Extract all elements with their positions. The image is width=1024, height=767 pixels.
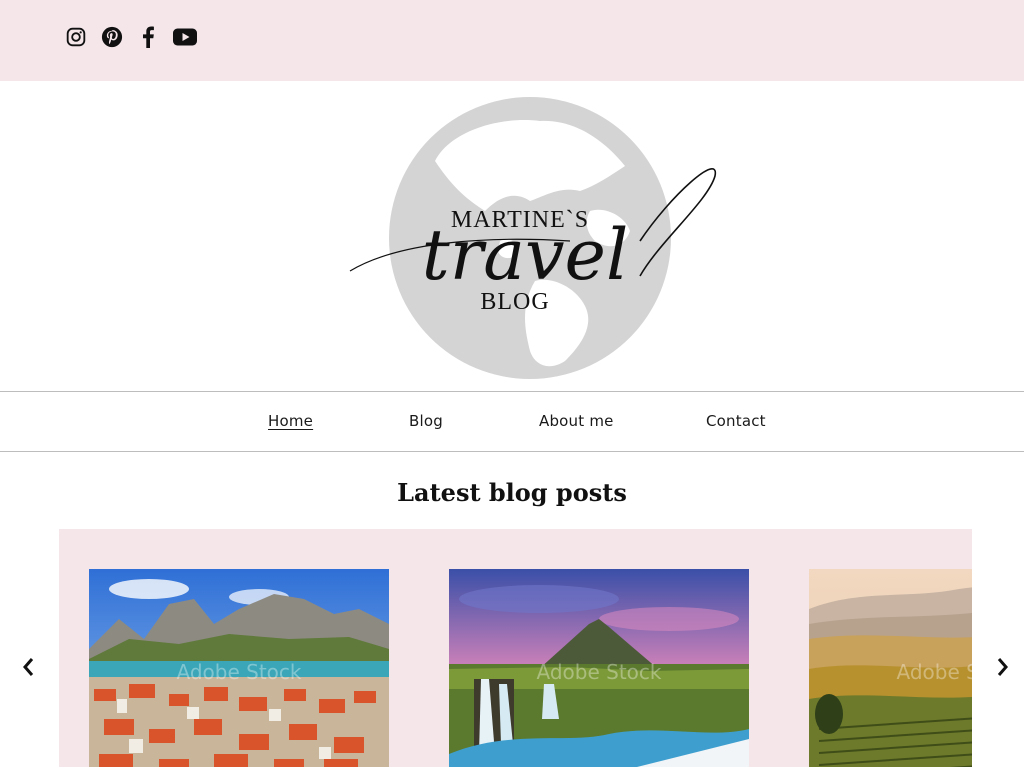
main-nav: Home Blog About me Contact	[0, 391, 1024, 452]
svg-text:travel: travel	[422, 214, 629, 296]
post-image-waterfall-mountain: Adobe Stock	[449, 569, 749, 767]
social-links	[64, 24, 198, 50]
pinterest-icon[interactable]	[100, 24, 124, 50]
svg-text:Adobe Stock: Adobe Stock	[897, 660, 972, 684]
logo-area: MARTINE`S travel BLOG	[0, 81, 1024, 391]
chevron-right-icon	[997, 658, 1008, 676]
chevron-left-icon	[23, 658, 34, 676]
svg-text:Adobe Stock: Adobe Stock	[537, 660, 662, 684]
post-image-rolling-hills: Adobe Stock	[809, 569, 972, 767]
nav-item-blog[interactable]: Blog	[409, 412, 443, 430]
blog-post-card[interactable]: Adobe Stock	[449, 569, 749, 767]
blog-post-card[interactable]: Adobe Stock	[809, 569, 972, 767]
youtube-icon[interactable]	[172, 24, 198, 50]
svg-text:BLOG: BLOG	[480, 289, 549, 315]
top-bar	[0, 0, 1024, 81]
instagram-icon[interactable]	[64, 24, 88, 50]
nav-item-about-me[interactable]: About me	[539, 412, 614, 430]
blog-carousel: Adobe Stock Adobe Stock Adobe	[59, 529, 972, 767]
blog-post-card[interactable]: Adobe Stock	[89, 569, 389, 767]
facebook-icon[interactable]	[136, 24, 160, 50]
svg-text:Adobe Stock: Adobe Stock	[177, 660, 302, 684]
carousel-next-button[interactable]	[989, 653, 1017, 681]
section-title: Latest blog posts	[397, 478, 627, 507]
nav-item-contact[interactable]: Contact	[706, 412, 766, 430]
post-image-coastal-town: Adobe Stock	[89, 569, 389, 767]
blog-logo[interactable]: MARTINE`S travel BLOG	[340, 91, 730, 381]
carousel-prev-button[interactable]	[14, 653, 42, 681]
nav-item-home[interactable]: Home	[268, 412, 313, 430]
